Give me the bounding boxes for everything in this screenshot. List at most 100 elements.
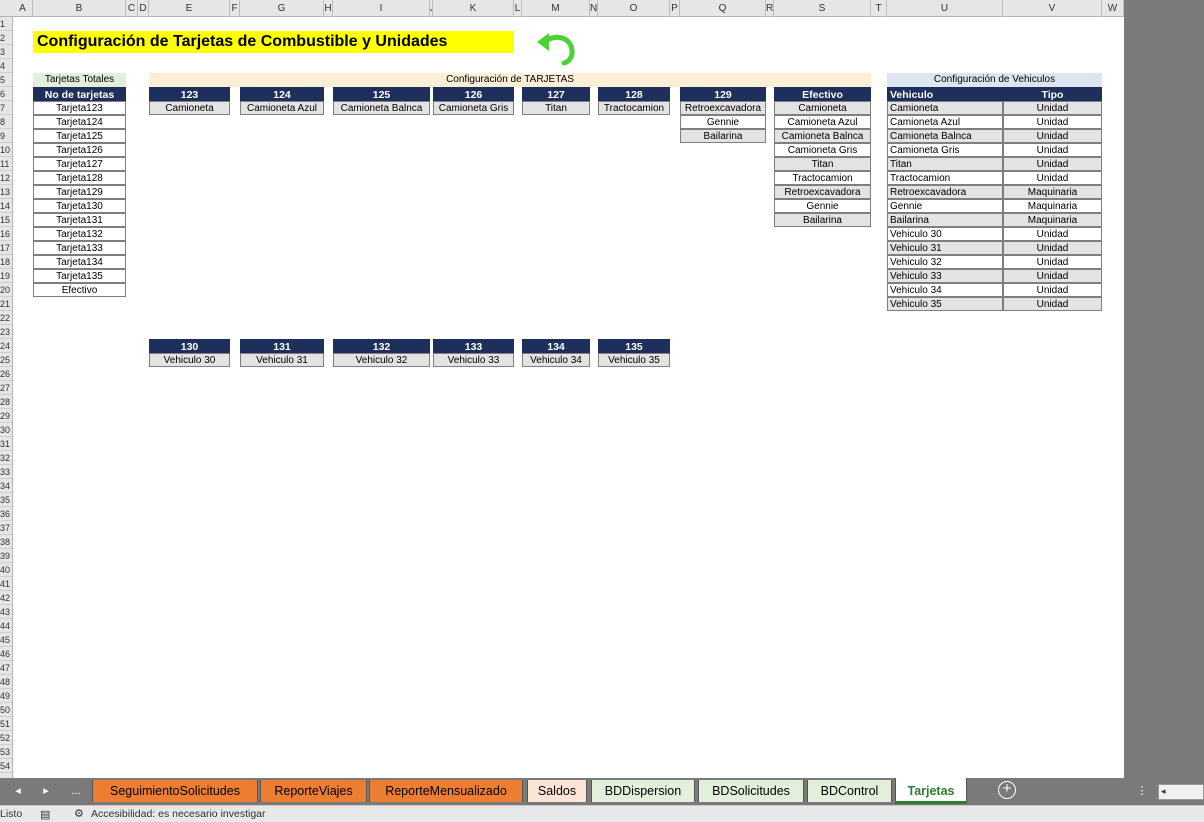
card-vehicle-cell[interactable]: Gennie (680, 115, 766, 129)
tab-reportemensualizado[interactable]: ReporteMensualizado (369, 780, 523, 802)
row-header-10[interactable]: 10 (0, 143, 12, 157)
tab-scroll-left-icon[interactable]: ◂ (10, 778, 26, 805)
column-header-g[interactable]: G (240, 0, 324, 17)
row-header-48[interactable]: 48 (0, 675, 12, 689)
tab-saldos[interactable]: Saldos (527, 780, 587, 802)
vehiculos-cell[interactable]: Unidad (1003, 157, 1102, 171)
column-header-m[interactable]: M (522, 0, 590, 17)
vehiculos-cell[interactable]: Unidad (1003, 297, 1102, 311)
vehiculos-cell[interactable]: Maquinaria (1003, 213, 1102, 227)
vehiculos-cell[interactable]: Vehiculo 34 (887, 283, 1003, 297)
row-header-21[interactable]: 21 (0, 297, 12, 311)
row-header-28[interactable]: 28 (0, 395, 12, 409)
column-header-o[interactable]: O (598, 0, 670, 17)
row-header-26[interactable]: 26 (0, 367, 12, 381)
tab-bdsolicitudes[interactable]: BDSolicitudes (698, 780, 804, 802)
row-header-24[interactable]: 24 (0, 339, 12, 353)
card-vehicle-cell[interactable]: Gennie (774, 199, 871, 213)
row-header-7[interactable]: 7 (0, 101, 12, 115)
totales-item[interactable]: Tarjeta125 (33, 129, 126, 143)
totales-item[interactable]: Tarjeta131 (33, 213, 126, 227)
totales-item[interactable]: Tarjeta123 (33, 101, 126, 115)
column-header-p[interactable]: P (670, 0, 680, 17)
card-vehicle-cell[interactable]: Camioneta Gris (433, 101, 514, 115)
card-vehicle-cell[interactable]: Bailarina (680, 129, 766, 143)
card-vehicle-cell[interactable]: Tractocamion (598, 101, 670, 115)
card-vehicle-cell[interactable]: Camioneta Gris (774, 143, 871, 157)
card-vehicle-cell[interactable]: Retroexcavadora (774, 185, 871, 199)
totales-item[interactable]: Tarjeta133 (33, 241, 126, 255)
column-header-q[interactable]: Q (680, 0, 766, 17)
macro-icon[interactable]: ▤ (40, 808, 50, 821)
row-header-25[interactable]: 25 (0, 353, 12, 367)
vertical-scroll-area[interactable] (1124, 0, 1204, 778)
column-header-d[interactable]: D (138, 0, 149, 17)
card-vehicle-cell[interactable]: Camioneta Azul (240, 101, 324, 115)
row-header-15[interactable]: 15 (0, 213, 12, 227)
accessibility-icon[interactable]: ⚙ (74, 807, 84, 820)
column-header-u[interactable]: U (887, 0, 1003, 17)
row-header-54[interactable]: 54 (0, 759, 12, 773)
card-vehicle-cell[interactable]: Vehiculo 33 (433, 353, 514, 367)
column-header-f[interactable]: F (230, 0, 240, 17)
tab-scroll-right-icon[interactable]: ▸ (38, 778, 54, 805)
scroll-left-icon[interactable]: ◂ (1161, 786, 1166, 797)
row-header-36[interactable]: 36 (0, 507, 12, 521)
totales-item[interactable]: Tarjeta129 (33, 185, 126, 199)
row-header-35[interactable]: 35 (0, 493, 12, 507)
vehiculos-cell[interactable]: Bailarina (887, 213, 1003, 227)
row-header-9[interactable]: 9 (0, 129, 12, 143)
vehiculos-cell[interactable]: Vehiculo 31 (887, 241, 1003, 255)
vehiculos-cell[interactable]: Retroexcavadora (887, 185, 1003, 199)
card-vehicle-cell[interactable]: Retroexcavadora (680, 101, 766, 115)
row-header-8[interactable]: 8 (0, 115, 12, 129)
row-header-39[interactable]: 39 (0, 549, 12, 563)
totales-item[interactable]: Tarjeta132 (33, 227, 126, 241)
vehiculos-cell[interactable]: Maquinaria (1003, 185, 1102, 199)
column-header-w[interactable]: W (1102, 0, 1124, 17)
vehiculos-cell[interactable]: Vehiculo 32 (887, 255, 1003, 269)
column-header-r[interactable]: R (766, 0, 774, 17)
row-header-11[interactable]: 11 (0, 157, 12, 171)
column-header-l[interactable]: L (514, 0, 522, 17)
totales-item[interactable]: Tarjeta124 (33, 115, 126, 129)
column-header-s[interactable]: S (774, 0, 871, 17)
totales-item[interactable]: Tarjeta126 (33, 143, 126, 157)
tab-reporteviajes[interactable]: ReporteViajes (260, 780, 367, 802)
vehiculos-cell[interactable]: Titan (887, 157, 1003, 171)
row-header-13[interactable]: 13 (0, 185, 12, 199)
row-header-49[interactable]: 49 (0, 689, 12, 703)
column-header-n[interactable]: N (590, 0, 598, 17)
card-vehicle-cell[interactable]: Camioneta Azul (774, 115, 871, 129)
column-header-e[interactable]: E (149, 0, 230, 17)
row-header-40[interactable]: 40 (0, 563, 12, 577)
card-vehicle-cell[interactable]: Camioneta Balnca (333, 101, 430, 115)
row-header-3[interactable]: 3 (0, 45, 12, 59)
row-header-51[interactable]: 51 (0, 717, 12, 731)
tab-bar-menu-icon[interactable]: ⋮ (1136, 778, 1148, 805)
vehiculos-cell[interactable]: Unidad (1003, 269, 1102, 283)
row-header-43[interactable]: 43 (0, 605, 12, 619)
row-header-46[interactable]: 46 (0, 647, 12, 661)
card-vehicle-cell[interactable]: Titan (774, 157, 871, 171)
card-vehicle-cell[interactable]: Titan (522, 101, 590, 115)
totales-item[interactable]: Tarjeta130 (33, 199, 126, 213)
totales-item[interactable]: Tarjeta135 (33, 269, 126, 283)
tab-seguimientosolicitudes[interactable]: SeguimientoSolicitudes (92, 780, 258, 802)
vehiculos-cell[interactable]: Unidad (1003, 255, 1102, 269)
card-vehicle-cell[interactable]: Bailarina (774, 213, 871, 227)
row-header-44[interactable]: 44 (0, 619, 12, 633)
back-arrow-icon[interactable] (534, 28, 578, 68)
row-header-5[interactable]: 5 (0, 73, 12, 87)
vehiculos-cell[interactable]: Tractocamion (887, 171, 1003, 185)
vehiculos-cell[interactable]: Unidad (1003, 171, 1102, 185)
vehiculos-cell[interactable]: Camioneta Balnca (887, 129, 1003, 143)
row-header-41[interactable]: 41 (0, 577, 12, 591)
tab-bdcontrol[interactable]: BDControl (807, 780, 892, 802)
vehiculos-cell[interactable]: Unidad (1003, 129, 1102, 143)
card-vehicle-cell[interactable]: Vehiculo 31 (240, 353, 324, 367)
card-vehicle-cell[interactable]: Vehiculo 35 (598, 353, 670, 367)
vehiculos-cell[interactable]: Maquinaria (1003, 199, 1102, 213)
vehiculos-cell[interactable]: Camioneta Gris (887, 143, 1003, 157)
card-vehicle-cell[interactable]: Camioneta (774, 101, 871, 115)
